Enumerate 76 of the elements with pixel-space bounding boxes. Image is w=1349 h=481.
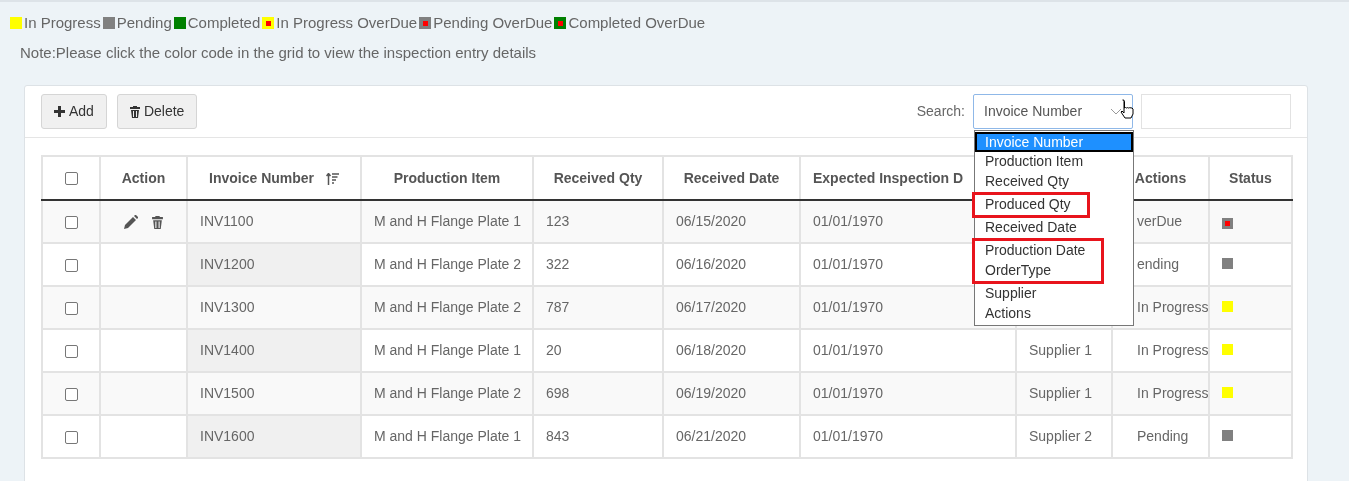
- table-cell-text: INV1500: [200, 385, 255, 401]
- table-cell-text: M and H Flange Plate 2: [374, 256, 522, 272]
- row-checkbox[interactable]: [64, 301, 78, 315]
- table-cell-text: Supplier 1: [1029, 342, 1093, 358]
- table-cell-text: M and H Flange Plate 1: [374, 428, 522, 444]
- plus-icon: [54, 106, 65, 117]
- sort-icon[interactable]: [325, 172, 339, 185]
- trash-icon[interactable]: [152, 215, 163, 229]
- table-cell-text: ending: [1137, 256, 1180, 272]
- table-cell-text: 843: [546, 428, 570, 444]
- dropdown-option[interactable]: Produced Qty: [975, 195, 1081, 215]
- dropdown-option[interactable]: Production Date: [975, 241, 1096, 261]
- table-cell-text: 20: [546, 342, 562, 358]
- pointer-cursor-icon: [1119, 98, 1135, 118]
- row-checkbox[interactable]: [64, 387, 78, 401]
- search-label: Search:: [916, 102, 965, 121]
- legend-label: Completed OverDue: [568, 12, 706, 33]
- table-cell-text: 06/17/2020: [676, 299, 747, 315]
- table-cell-text: INV1200: [200, 256, 255, 272]
- dropdown-option[interactable]: Actions: [975, 304, 1133, 324]
- row-checkbox[interactable]: [64, 430, 78, 444]
- table-cell-text: 06/21/2020: [676, 428, 747, 444]
- table-cell-text: 06/15/2020: [676, 213, 747, 229]
- status-marker[interactable]: [1222, 430, 1233, 441]
- table-cell-text: Pending: [1137, 428, 1189, 444]
- dropdown-option[interactable]: OrderType: [975, 261, 1096, 281]
- search-field-dropdown[interactable]: Invoice Number: [973, 94, 1133, 129]
- table-cell-text: Supplier 2: [1029, 428, 1093, 444]
- table-cell-text: Supplier 1: [1029, 385, 1093, 401]
- table-cell-text: INV1100: [200, 213, 254, 229]
- table-cell-text: 322: [546, 256, 570, 272]
- note-text: Note:Please click the color code in the grid to view the inspection entry details: [19, 43, 538, 63]
- dropdown-option[interactable]: Received Date: [975, 218, 1133, 238]
- table-cell-text: 01/01/1970: [813, 256, 884, 272]
- search-input[interactable]: [1141, 94, 1291, 129]
- delete-button[interactable]: Delete: [116, 94, 198, 129]
- column-header[interactable]: Action: [121, 169, 166, 186]
- table-cell-text: M and H Flange Plate 2: [374, 299, 522, 315]
- status-marker[interactable]: [1222, 387, 1233, 398]
- select-all-checkbox[interactable]: [64, 172, 78, 186]
- row-checkbox[interactable]: [64, 258, 78, 272]
- pencil-icon[interactable]: [124, 215, 138, 230]
- status-marker[interactable]: [1222, 218, 1233, 229]
- table-cell-text: INV1600: [200, 428, 255, 444]
- table-cell-text: 123: [546, 213, 570, 229]
- table-cell-text: M and H Flange Plate 2: [374, 385, 522, 401]
- legend-label: Pending: [116, 12, 172, 33]
- table-cell-text: 01/01/1970: [813, 342, 884, 358]
- table-cell-text: 01/01/1970: [813, 213, 884, 229]
- status-marker[interactable]: [1222, 301, 1233, 312]
- status-marker[interactable]: [1222, 344, 1233, 355]
- table-cell-text: 01/01/1970: [813, 299, 884, 315]
- trash-icon: [129, 105, 140, 118]
- table-cell-text: 787: [546, 299, 570, 315]
- table-cell-text: verDue: [1137, 213, 1183, 229]
- table-cell-text: 06/19/2020: [676, 385, 747, 401]
- table-cell-text: M and H Flange Plate 1: [374, 213, 522, 229]
- table-cell-text: M and H Flange Plate 1: [374, 342, 522, 358]
- table-cell-text: 01/01/1970: [813, 385, 884, 401]
- table-cell-text: 06/18/2020: [676, 342, 747, 358]
- table-cell-text: 06/16/2020: [676, 256, 747, 272]
- status-marker[interactable]: [1222, 258, 1233, 269]
- table-cell-text: INV1400: [200, 342, 255, 358]
- dropdown-option[interactable]: Production Item: [975, 152, 1133, 172]
- row-checkbox[interactable]: [64, 215, 78, 229]
- row-checkbox[interactable]: [64, 344, 78, 358]
- table-cell-text: 698: [546, 385, 570, 401]
- legend-label: Completed: [187, 12, 261, 33]
- dropdown-option[interactable]: Received Qty: [975, 172, 1133, 192]
- dropdown-option[interactable]: Supplier: [975, 284, 1133, 304]
- table-cell-text: 01/01/1970: [813, 428, 884, 444]
- legend-label: In Progress OverDue: [276, 12, 418, 33]
- legend-label: In Progress: [24, 12, 101, 33]
- table-cell-text: INV1300: [200, 299, 255, 315]
- add-button[interactable]: Add: [41, 94, 107, 129]
- legend-label: Pending OverDue: [433, 12, 553, 33]
